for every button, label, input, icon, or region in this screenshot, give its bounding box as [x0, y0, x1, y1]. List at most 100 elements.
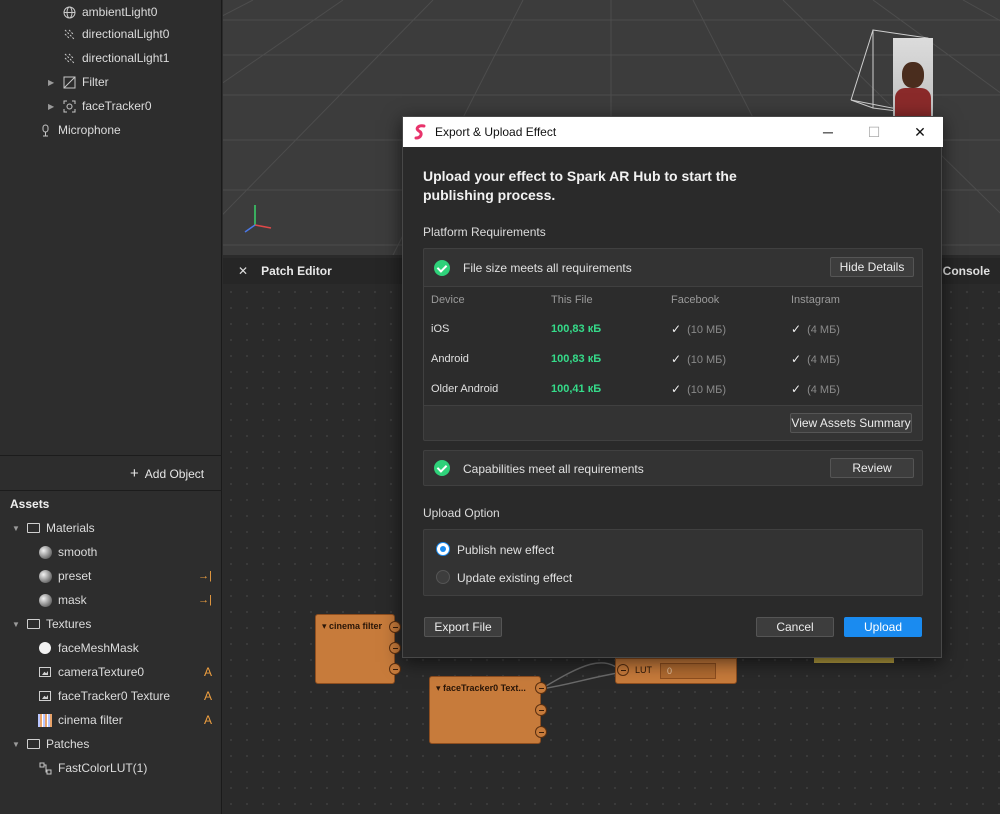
scene-item-label: Microphone [58, 123, 121, 137]
assets-folder-materials[interactable]: ▼ Materials [12, 516, 95, 540]
lut-texture-icon [38, 713, 52, 727]
scene-item-directional-light-0[interactable]: directionalLight0 [62, 22, 169, 46]
link-arrow-icon[interactable]: →| [198, 594, 212, 606]
spark-ar-logo-icon [414, 124, 426, 140]
plus-icon: + [130, 465, 139, 482]
link-arrow-icon[interactable]: →| [198, 570, 212, 582]
asset-label: FastColorLUT(1) [58, 761, 148, 775]
asset-label: faceMeshMask [58, 641, 139, 655]
asset-patch-fast-color-lut[interactable]: FastColorLUT(1) [38, 756, 222, 780]
cancel-button[interactable]: Cancel [756, 617, 834, 637]
asset-label: cinema filter [58, 713, 123, 727]
console-tab[interactable]: Console [943, 264, 990, 278]
patch-node-fast-color-lut[interactable]: LUT 0 [615, 658, 737, 684]
expand-arrow-icon[interactable]: ▶ [48, 102, 58, 111]
camera-preview-image [893, 38, 933, 116]
scene-item-filter[interactable]: ▶ Filter [48, 70, 109, 94]
asset-texture-cinema-filter[interactable]: cinema filter A [38, 708, 222, 732]
patch-node-cinema-filter[interactable]: ▾ cinema filter [315, 614, 395, 684]
asset-material-mask[interactable]: mask →| [38, 588, 222, 612]
patch-node-face-tracker-texture[interactable]: ▾ faceTracker0 Text... [429, 676, 541, 744]
assets-folder-patches[interactable]: ▼ Patches [12, 732, 89, 756]
add-object-label: Add Object [144, 466, 205, 481]
material-sphere-icon [38, 593, 52, 607]
chevron-down-icon[interactable]: ▼ [12, 620, 22, 629]
table-header: Facebook [671, 294, 720, 306]
dialog-titlebar[interactable]: Export & Upload Effect ─ ☐ ✕ [403, 117, 943, 147]
scene-item-directional-light-1[interactable]: directionalLight1 [62, 46, 169, 70]
review-button[interactable]: Review [830, 458, 914, 478]
node-input-port[interactable] [617, 664, 629, 676]
asset-texture-face-tracker[interactable]: faceTracker0 Texture A [38, 684, 222, 708]
scene-item-microphone[interactable]: Microphone [38, 118, 121, 142]
node-output-port[interactable] [535, 726, 547, 738]
patch-editor-title: Patch Editor [261, 264, 332, 278]
node-output-port[interactable] [389, 663, 401, 675]
asset-label: preset [58, 569, 92, 583]
scene-item-face-tracker[interactable]: ▶ faceTracker0 [48, 94, 152, 118]
folder-label: Patches [46, 737, 90, 751]
texture-badge: A [203, 665, 212, 679]
scene-item-label: directionalLight1 [82, 51, 170, 65]
node-output-port[interactable] [389, 642, 401, 654]
image-icon [38, 665, 52, 679]
row-device: Older Android [431, 383, 499, 395]
upload-option-label: Upload Option [423, 506, 500, 520]
folder-icon [26, 737, 40, 751]
minimize-button[interactable]: ─ [805, 117, 851, 147]
file-size-status: File size meets all requirements [463, 261, 632, 275]
update-existing-radio[interactable] [436, 570, 450, 584]
instagram-check: ✓ (4 МБ) [791, 382, 840, 396]
node-output-port[interactable] [535, 682, 547, 694]
divider [0, 490, 222, 491]
close-button[interactable]: ✕ [897, 117, 943, 147]
asset-material-preset[interactable]: preset →| [38, 564, 222, 588]
asset-material-smooth[interactable]: smooth [38, 540, 222, 564]
publish-new-label[interactable]: Publish new effect [457, 543, 554, 557]
scene-item-label: faceTracker0 [82, 99, 152, 113]
patch-node-partial[interactable] [814, 658, 894, 663]
texture-badge: A [203, 713, 212, 727]
asset-texture-face-mesh-mask[interactable]: faceMeshMask [38, 636, 222, 660]
view-assets-summary-button[interactable]: View Assets Summary [790, 413, 912, 433]
asset-label: faceTracker0 Texture [58, 689, 171, 703]
table-header: This File [551, 294, 593, 306]
check-circle-icon [434, 260, 450, 276]
maximize-button[interactable]: ☐ [851, 117, 897, 147]
asset-texture-camera[interactable]: cameraTexture0 A [38, 660, 222, 684]
folder-icon [26, 521, 40, 535]
add-object-button[interactable]: + Add Object [130, 465, 204, 482]
row-size: 100,83 кБ [551, 323, 602, 335]
globe-icon [62, 5, 76, 19]
chevron-down-icon[interactable]: ▼ [12, 524, 22, 533]
folder-label: Textures [46, 617, 92, 631]
file-size-requirements-box: File size meets all requirements Hide De… [423, 248, 923, 441]
assets-folder-textures[interactable]: ▼ Textures [12, 612, 91, 636]
patch-icon [38, 761, 52, 775]
close-icon[interactable]: ✕ [238, 264, 248, 278]
export-file-button[interactable]: Export File [424, 617, 502, 637]
node-output-port[interactable] [535, 704, 547, 716]
instagram-check: ✓ (4 МБ) [791, 322, 840, 336]
scene-item-ambient-light[interactable]: ambientLight0 [62, 0, 157, 24]
capabilities-status: Capabilities meet all requirements [463, 462, 644, 476]
folder-label: Materials [46, 521, 95, 535]
publish-new-radio[interactable] [436, 542, 450, 556]
material-sphere-icon [38, 545, 52, 559]
dialog-heading: Upload your effect to Spark AR Hub to st… [423, 168, 737, 203]
expand-arrow-icon[interactable]: ▶ [48, 78, 58, 87]
update-existing-label[interactable]: Update existing effect [457, 571, 572, 585]
upload-button[interactable]: Upload [844, 617, 922, 637]
hide-details-button[interactable]: Hide Details [830, 257, 914, 277]
lut-value-field[interactable]: 0 [660, 663, 716, 679]
texture-badge: A [203, 689, 212, 703]
node-output-port[interactable] [389, 621, 401, 633]
directional-light-icon [62, 51, 76, 65]
facebook-check: ✓ (10 МБ) [671, 322, 727, 336]
chevron-down-icon[interactable]: ▼ [12, 740, 22, 749]
capabilities-box: Capabilities meet all requirements Revie… [423, 450, 923, 486]
row-device: Android [431, 353, 469, 365]
filter-icon [62, 75, 76, 89]
image-icon [38, 689, 52, 703]
microphone-icon [38, 123, 52, 137]
